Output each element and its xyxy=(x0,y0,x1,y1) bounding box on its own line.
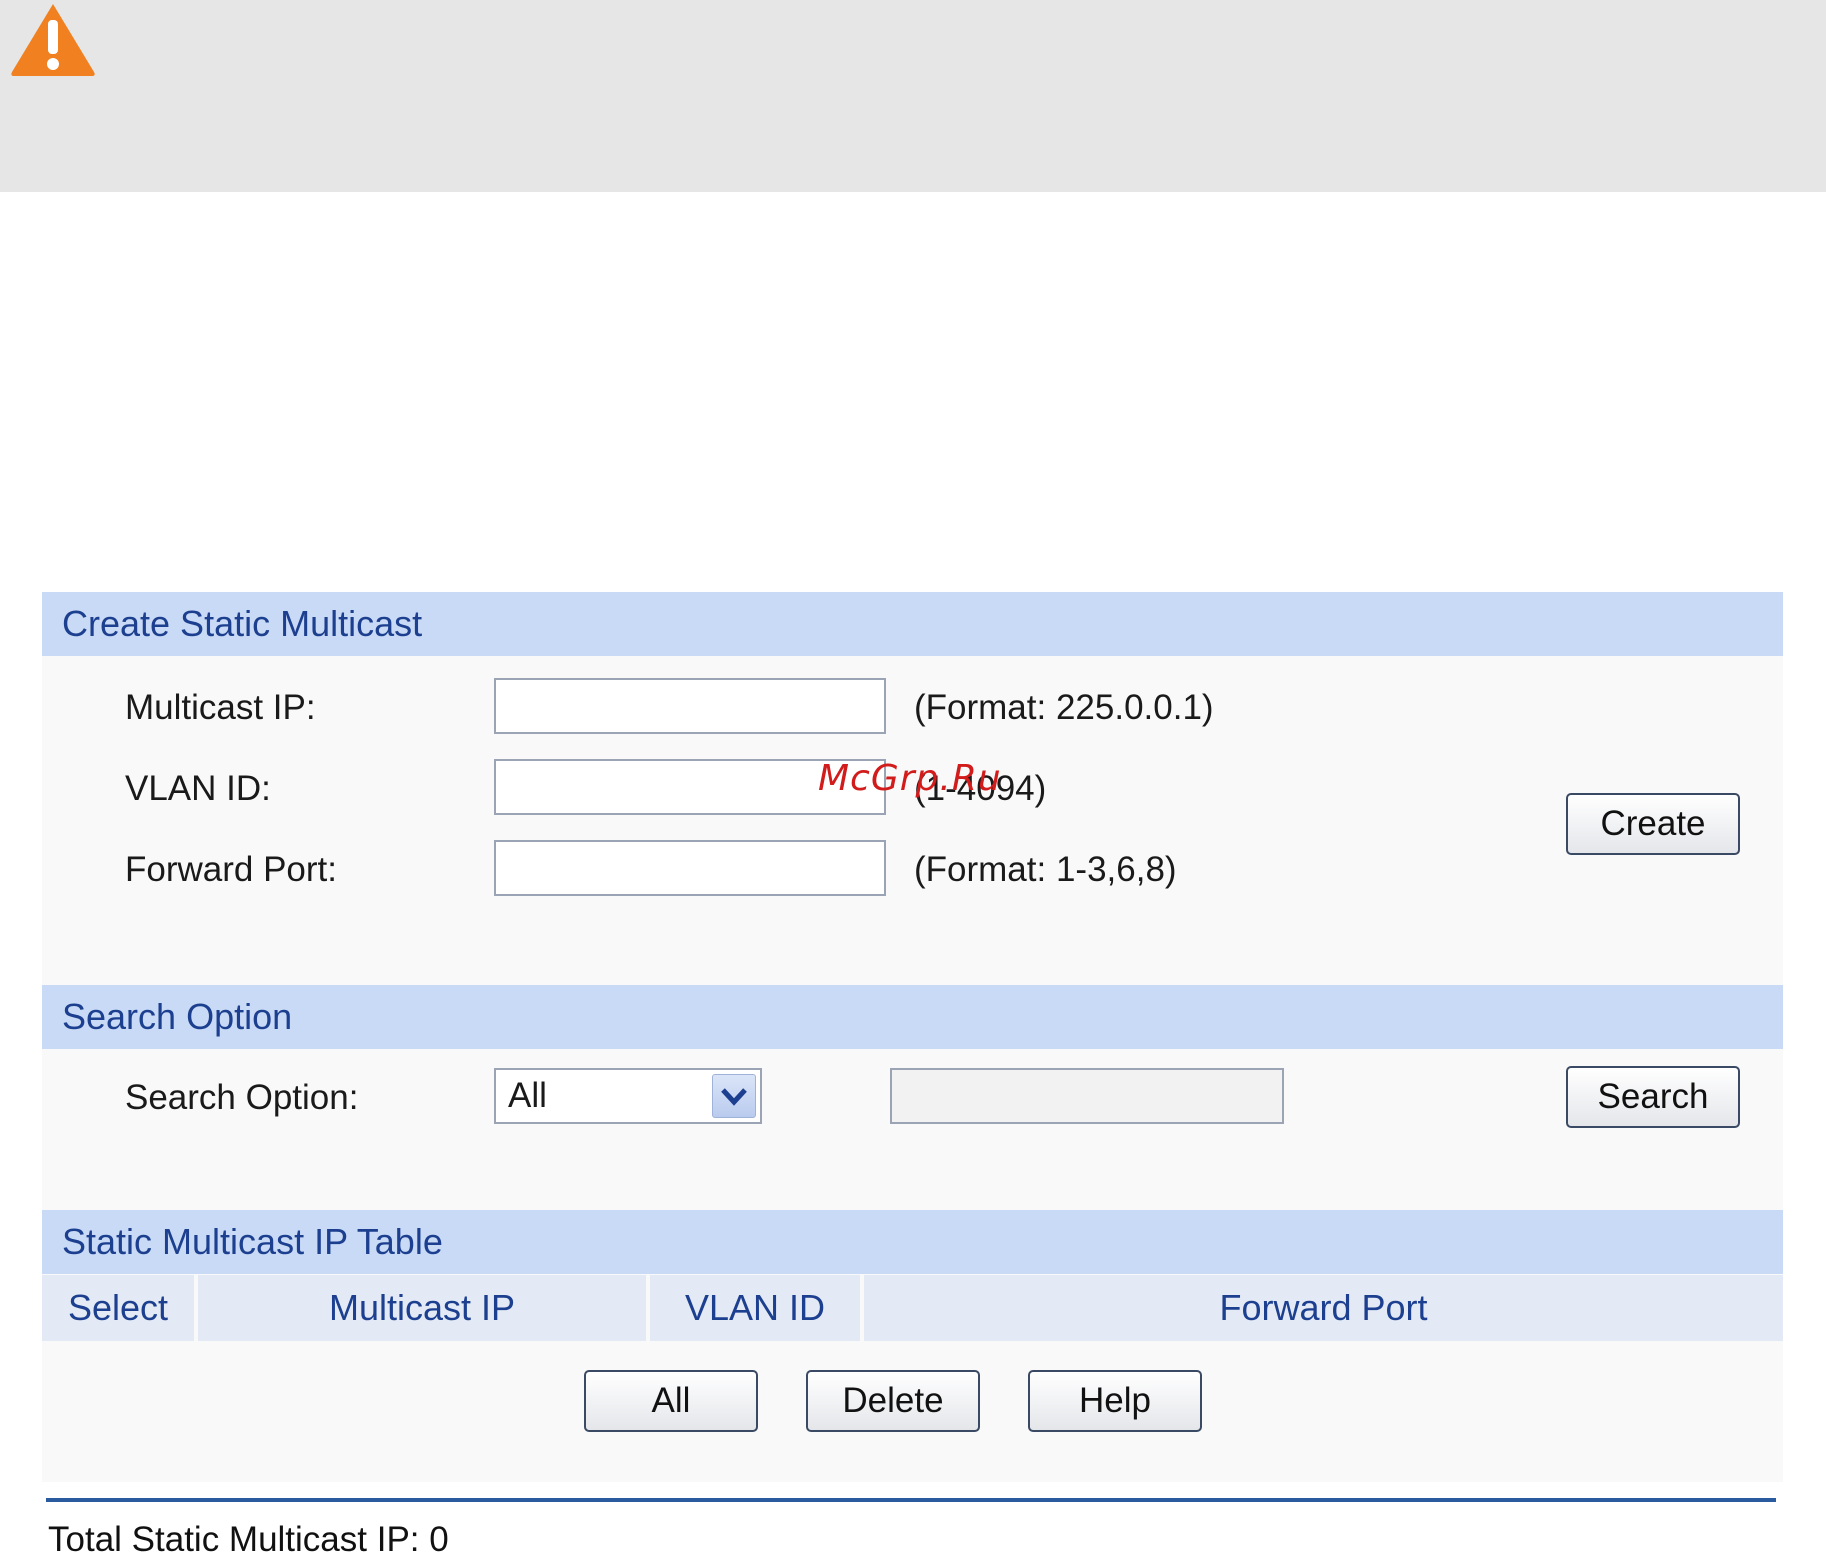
table-section-title: Static Multicast IP Table xyxy=(42,1210,1783,1274)
chevron-down-icon[interactable] xyxy=(712,1074,756,1118)
notice-band xyxy=(0,0,1826,192)
watermark: McGrp.Ru xyxy=(818,758,1002,799)
warning-icon xyxy=(11,4,95,76)
forward-port-input[interactable] xyxy=(494,840,886,896)
help-button[interactable]: Help xyxy=(1028,1370,1202,1432)
create-button[interactable]: Create xyxy=(1566,793,1740,855)
search-option-selected: All xyxy=(508,1076,547,1115)
footer-divider xyxy=(46,1498,1776,1502)
forward-port-label: Forward Port: xyxy=(125,850,337,889)
multicast-ip-label: Multicast IP: xyxy=(125,688,316,727)
total-static-multicast-count: Total Static Multicast IP: 0 xyxy=(48,1520,449,1559)
search-section-title: Search Option xyxy=(42,985,1783,1049)
search-button[interactable]: Search xyxy=(1566,1066,1740,1128)
delete-button[interactable]: Delete xyxy=(806,1370,980,1432)
multicast-ip-format-hint: (Format: 225.0.0.1) xyxy=(914,688,1214,727)
multicast-ip-input[interactable] xyxy=(494,678,886,734)
search-value-input[interactable] xyxy=(890,1068,1284,1124)
column-header-vlan-id: VLAN ID xyxy=(650,1275,860,1341)
vlan-id-label: VLAN ID: xyxy=(125,769,271,808)
search-option-select[interactable]: All xyxy=(494,1068,762,1124)
search-option-label: Search Option: xyxy=(125,1078,359,1117)
forward-port-format-hint: (Format: 1-3,6,8) xyxy=(914,850,1177,889)
column-header-forward-port: Forward Port xyxy=(864,1275,1783,1341)
select-all-button[interactable]: All xyxy=(584,1370,758,1432)
create-section-title: Create Static Multicast xyxy=(42,592,1783,656)
column-header-multicast-ip: Multicast IP xyxy=(198,1275,646,1341)
column-header-select: Select xyxy=(42,1275,194,1341)
